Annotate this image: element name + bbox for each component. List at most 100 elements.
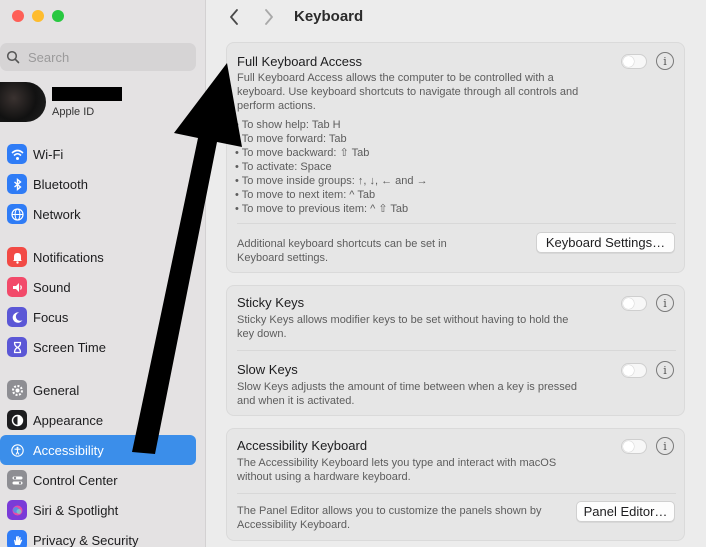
slow-keys-toggle[interactable] xyxy=(621,363,647,378)
full-keyboard-access-title: Full Keyboard Access xyxy=(237,54,363,69)
sidebar-item-label: Siri & Spotlight xyxy=(33,502,119,518)
toolbar: Keyboard xyxy=(207,0,706,34)
back-button[interactable] xyxy=(224,7,244,27)
accessibility-keyboard-description: The Accessibility Keyboard lets you type… xyxy=(237,456,556,484)
moon-icon xyxy=(7,307,27,327)
sidebar-item-notifications[interactable]: Notifications xyxy=(0,242,196,272)
panel-editor-note: The Panel Editor allows you to customize… xyxy=(237,504,542,532)
full-keyboard-access-toggle[interactable] xyxy=(621,54,647,69)
shortcut-item: • To move to previous item: ^ ⇧ Tab xyxy=(235,203,409,215)
description-line: Sticky Keys allows modifier keys to be s… xyxy=(237,314,569,326)
key-assist-card: Sticky Keys i Sticky Keys allows modifie… xyxy=(226,285,685,416)
shortcut-item: • To show help: Tab H xyxy=(235,119,341,131)
sticky-keys-toggle[interactable] xyxy=(621,296,647,311)
note-line: Keyboard settings. xyxy=(237,252,329,264)
sidebar-item-focus[interactable]: Focus xyxy=(0,302,196,332)
appearance-icon xyxy=(7,410,27,430)
full-keyboard-access-description: Full Keyboard Access allows the computer… xyxy=(237,71,578,113)
page-title: Keyboard xyxy=(294,8,364,25)
close-window-button[interactable] xyxy=(12,10,24,22)
apple-id-row[interactable]: Apple ID xyxy=(0,82,200,126)
sidebar-item-label: Bluetooth xyxy=(33,176,88,192)
sidebar-item-label: Notifications xyxy=(33,249,104,265)
description-line: key down. xyxy=(237,328,287,340)
sidebar-item-privacy-security[interactable]: Privacy & Security xyxy=(0,525,196,547)
sidebar-item-network[interactable]: Network xyxy=(0,199,196,229)
bell-icon xyxy=(7,247,27,267)
hand-icon xyxy=(7,530,27,547)
accessibility-keyboard-toggle[interactable] xyxy=(621,439,647,454)
slow-keys-description: Slow Keys adjusts the amount of time bet… xyxy=(237,380,577,408)
search-input[interactable] xyxy=(28,49,188,65)
panel-editor-button[interactable]: Panel Editor… xyxy=(576,501,675,522)
description-line: Full Keyboard Access allows the computer… xyxy=(237,72,554,84)
note-line: Additional keyboard shortcuts can be set… xyxy=(237,238,447,250)
note-line: The Panel Editor allows you to customize… xyxy=(237,505,542,517)
description-line: Slow Keys adjusts the amount of time bet… xyxy=(237,381,577,393)
window-controls xyxy=(12,10,64,22)
shortcut-list: • To show help: Tab H • To move forward:… xyxy=(235,118,428,216)
sidebar-item-label: Appearance xyxy=(33,412,104,428)
keyboard-settings-button[interactable]: Keyboard Settings… xyxy=(536,232,675,253)
sidebar-item-screen-time[interactable]: Screen Time xyxy=(0,332,196,362)
description-line: and when it is activated. xyxy=(237,395,355,407)
apple-id-label: Apple ID xyxy=(52,106,95,118)
description-line: The Accessibility Keyboard lets you type… xyxy=(237,457,557,469)
sidebar-item-bluetooth[interactable]: Bluetooth xyxy=(0,169,196,199)
shortcut-item: • To move backward: ⇧ Tab xyxy=(235,147,370,159)
sidebar-item-label: Sound xyxy=(33,279,71,295)
sidebar-item-label: Privacy & Security xyxy=(33,532,139,547)
redacted-account-name xyxy=(52,87,122,101)
sidebar-item-siri-spotlight[interactable]: Siri & Spotlight xyxy=(0,495,196,525)
info-icon[interactable]: i xyxy=(656,294,674,312)
description-line: perform actions. xyxy=(237,100,316,112)
slow-keys-title: Slow Keys xyxy=(237,362,298,377)
sidebar-item-wi-fi[interactable]: Wi-Fi xyxy=(0,139,196,169)
accessibility-icon xyxy=(7,440,27,460)
full-keyboard-access-card: Full Keyboard Access i Full Keyboard Acc… xyxy=(226,42,685,273)
sidebar-item-label: Screen Time xyxy=(33,339,106,355)
search-field[interactable] xyxy=(0,43,196,71)
accessibility-keyboard-title: Accessibility Keyboard xyxy=(237,438,368,453)
divider xyxy=(237,223,676,224)
chevron-right-icon xyxy=(265,9,273,25)
sidebar-item-label: Control Center xyxy=(33,472,118,488)
sidebar-item-label: Focus xyxy=(33,309,69,325)
sidebar-item-control-center[interactable]: Control Center xyxy=(0,465,196,495)
avatar xyxy=(0,82,46,122)
sidebar-item-appearance[interactable]: Appearance xyxy=(0,405,196,435)
zoom-window-button[interactable] xyxy=(52,10,64,22)
hourglass-icon xyxy=(7,337,27,357)
minimize-window-button[interactable] xyxy=(32,10,44,22)
sidebar-item-sound[interactable]: Sound xyxy=(0,272,196,302)
shortcut-item: • To activate: Space xyxy=(235,161,332,173)
info-icon[interactable]: i xyxy=(656,361,674,379)
description-line: without using a hardware keyboard. xyxy=(237,471,411,483)
divider xyxy=(237,350,676,351)
sticky-keys-title: Sticky Keys xyxy=(237,295,305,310)
keyboard-settings-note: Additional keyboard shortcuts can be set… xyxy=(237,237,447,265)
sidebar-item-label: General xyxy=(33,382,80,398)
sidebar-item-general[interactable]: General xyxy=(0,375,196,405)
sidebar-item-accessibility[interactable]: Accessibility xyxy=(0,435,196,465)
info-icon[interactable]: i xyxy=(656,52,674,70)
sidebar-item-label: Accessibility xyxy=(33,442,104,458)
main-content: Keyboard Full Keyboard Access i Full Key… xyxy=(207,0,706,547)
speaker-icon xyxy=(7,277,27,297)
control-center-icon xyxy=(7,470,27,490)
gear-icon xyxy=(7,380,27,400)
divider xyxy=(237,493,676,494)
accessibility-keyboard-card: Accessibility Keyboard i The Accessibili… xyxy=(226,428,685,541)
sidebar-item-label: Network xyxy=(33,206,81,222)
info-icon[interactable]: i xyxy=(656,437,674,455)
forward-button[interactable] xyxy=(259,7,279,27)
chevron-left-icon xyxy=(230,9,238,25)
description-line: keyboard. Use keyboard shortcuts to navi… xyxy=(237,86,579,98)
shortcut-item: • To move to next item: ^ Tab xyxy=(235,189,376,201)
shortcut-item: • To move forward: Tab xyxy=(235,133,347,145)
bluetooth-icon xyxy=(7,174,27,194)
wifi-icon xyxy=(7,144,27,164)
note-line: Accessibility Keyboard. xyxy=(237,519,351,531)
siri-icon xyxy=(7,500,27,520)
search-icon xyxy=(6,50,20,64)
